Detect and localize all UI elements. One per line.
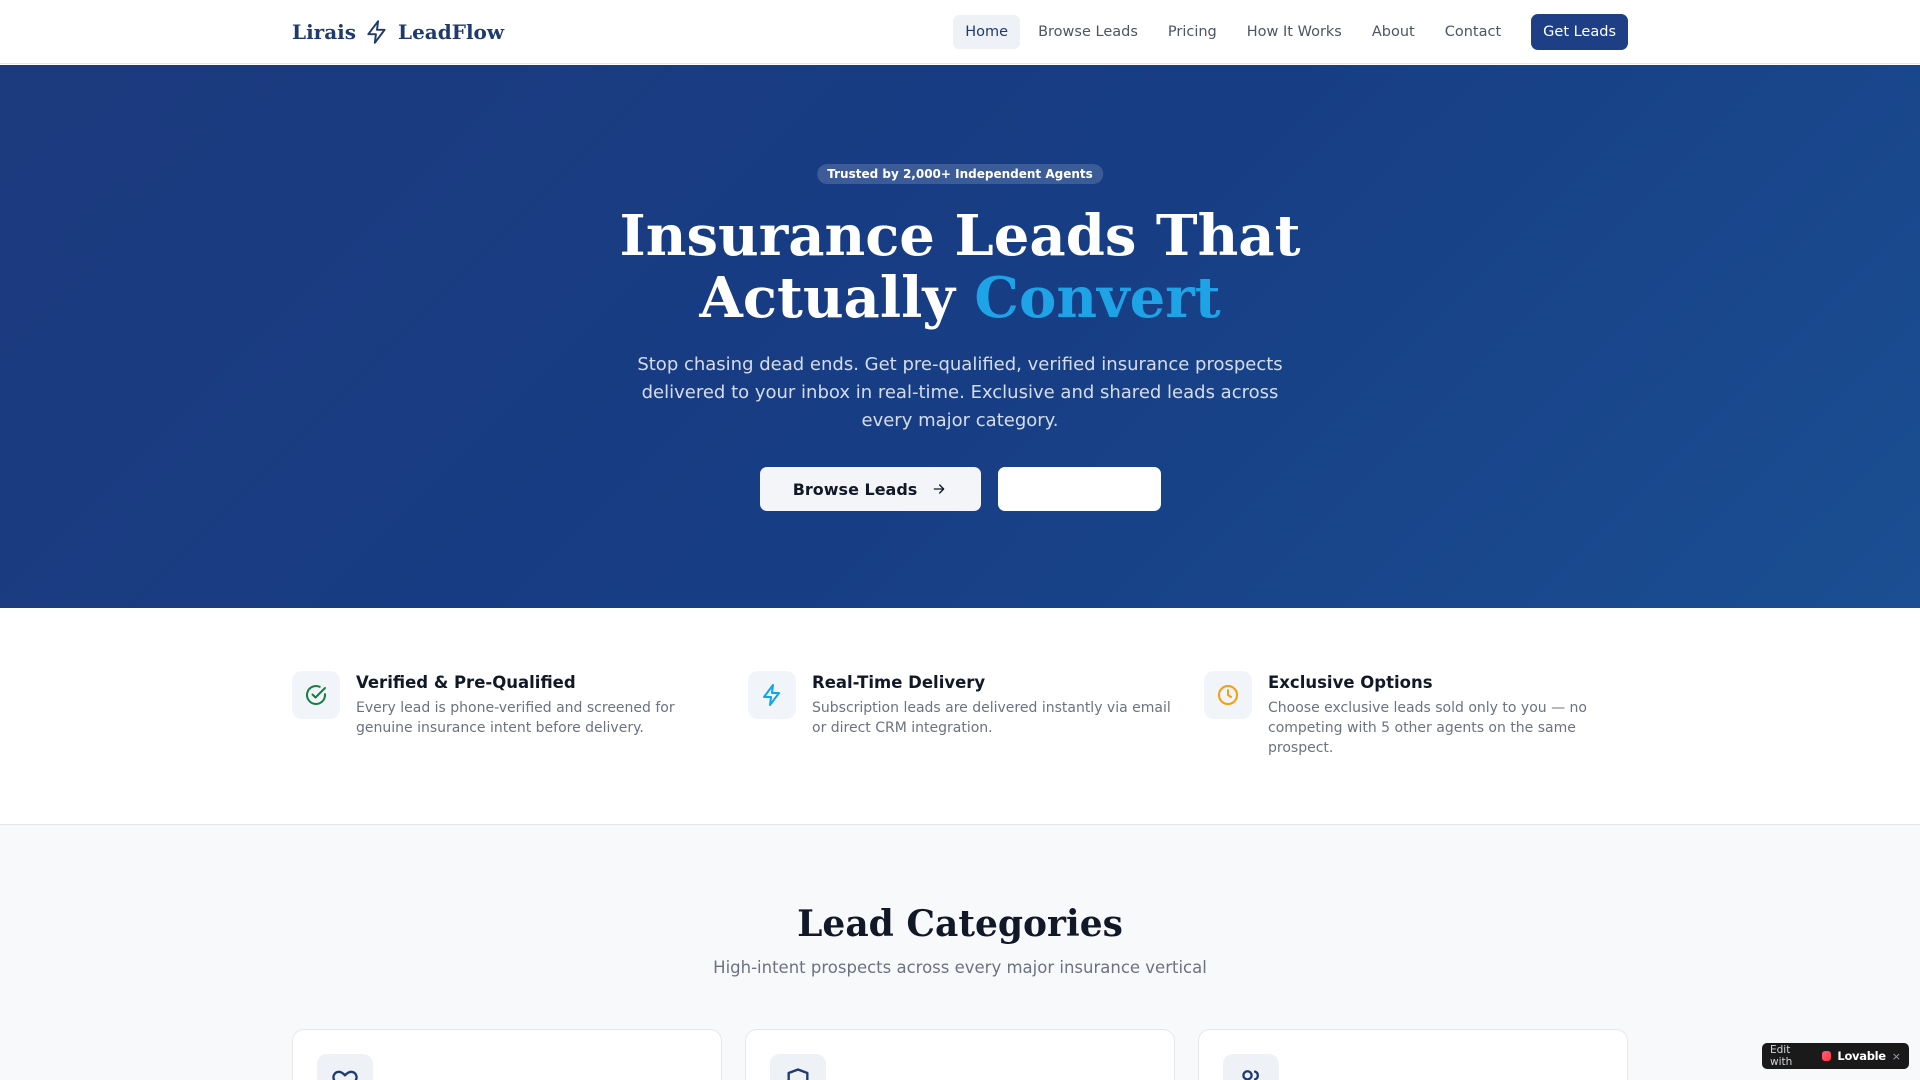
category-card-group[interactable]	[1198, 1029, 1628, 1080]
categories-title: Lead Categories	[797, 903, 1123, 945]
hero-subtitle: Stop chasing dead ends. Get pre-qualifie…	[637, 354, 1283, 431]
feature-icon-wrap	[748, 671, 796, 719]
feature-title: Verified & Pre-Qualified	[356, 673, 576, 692]
nav-link-home[interactable]: Home	[953, 15, 1021, 49]
lovable-edit-label: Edit with	[1770, 1044, 1793, 1068]
nav-link-browse-leads[interactable]: Browse Leads	[1026, 15, 1150, 49]
close-icon[interactable]: ×	[1892, 1050, 1901, 1063]
lightning-icon	[367, 20, 386, 44]
categories-section: Lead Categories High-intent prospects ac…	[0, 825, 1920, 1080]
feature-desc: Every lead is phone-verified and screene…	[356, 700, 675, 736]
feature-desc: Subscription leads are delivered instant…	[812, 700, 1171, 736]
arrow-right-icon	[933, 484, 945, 494]
hero-section: Trusted by 2,000+ Independent Agents Ins…	[0, 65, 1920, 608]
feature-verified: Verified & Pre-Qualified Every lead is p…	[292, 671, 732, 738]
category-icon-wrap	[317, 1054, 373, 1080]
hero-title-accent: Convert	[974, 265, 1221, 331]
feature-text: Verified & Pre-Qualified Every lead is p…	[356, 671, 732, 738]
feature-icon-wrap	[292, 671, 340, 719]
nav-link-pricing[interactable]: Pricing	[1156, 15, 1229, 49]
hero-buttons: Browse Leads	[0, 467, 1920, 511]
feature-exclusive: Exclusive Options Choose exclusive leads…	[1204, 671, 1628, 758]
nav-link-contact[interactable]: Contact	[1433, 15, 1513, 49]
trust-badge: Trusted by 2,000+ Independent Agents	[817, 164, 1103, 184]
hero-title: Insurance Leads That Actually Convert	[560, 205, 1360, 329]
hero-title-line1: Insurance Leads That	[619, 203, 1301, 269]
feature-realtime: Real-Time Delivery Subscription leads ar…	[748, 671, 1188, 738]
lightning-icon	[763, 684, 780, 706]
browse-leads-label: Browse Leads	[792, 479, 918, 499]
brand-logo[interactable]: Lirais LeadFlow	[292, 19, 504, 45]
categories-subtitle: High-intent prospects across every major…	[713, 958, 1207, 977]
lovable-brand: Lovable	[1837, 1049, 1886, 1063]
category-card-life[interactable]	[292, 1029, 722, 1080]
top-nav: Lirais LeadFlow Home Browse Leads Pricin…	[0, 0, 1920, 64]
feature-text: Real-Time Delivery Subscription leads ar…	[812, 671, 1188, 738]
users-icon	[1242, 1070, 1259, 1080]
secondary-hero-button[interactable]	[997, 467, 1161, 511]
features-section: Verified & Pre-Qualified Every lead is p…	[0, 608, 1920, 825]
category-card-protection[interactable]	[745, 1029, 1175, 1080]
feature-icon-wrap	[1204, 671, 1252, 719]
edit-with-lovable-badge[interactable]: Edit with Lovable ×	[1762, 1043, 1909, 1069]
check-circle-icon	[306, 685, 326, 705]
feature-desc: Choose exclusive leads sold only to you …	[1268, 700, 1587, 756]
hero-title-line2: Actually	[699, 265, 955, 331]
feature-text: Exclusive Options Choose exclusive leads…	[1268, 671, 1628, 758]
nav-inner: Lirais LeadFlow Home Browse Leads Pricin…	[292, 0, 1628, 64]
shield-icon	[787, 1068, 809, 1080]
nav-link-about[interactable]: About	[1360, 15, 1427, 49]
lovable-logo-icon	[1821, 1051, 1832, 1061]
category-icon-wrap	[1223, 1054, 1279, 1080]
category-icon-wrap	[770, 1054, 826, 1080]
nav-links: Home Browse Leads Pricing How It Works A…	[953, 14, 1628, 50]
feature-title: Exclusive Options	[1268, 673, 1433, 692]
nav-link-how-it-works[interactable]: How It Works	[1235, 15, 1354, 49]
browse-leads-button[interactable]: Browse Leads	[759, 467, 981, 511]
heart-icon	[332, 1070, 358, 1080]
feature-title: Real-Time Delivery	[812, 673, 986, 692]
brand-name-right: LeadFlow	[398, 20, 505, 44]
brand-name-left: Lirais	[292, 20, 357, 44]
clock-icon	[1218, 685, 1238, 705]
get-leads-button[interactable]: Get Leads	[1531, 14, 1628, 50]
